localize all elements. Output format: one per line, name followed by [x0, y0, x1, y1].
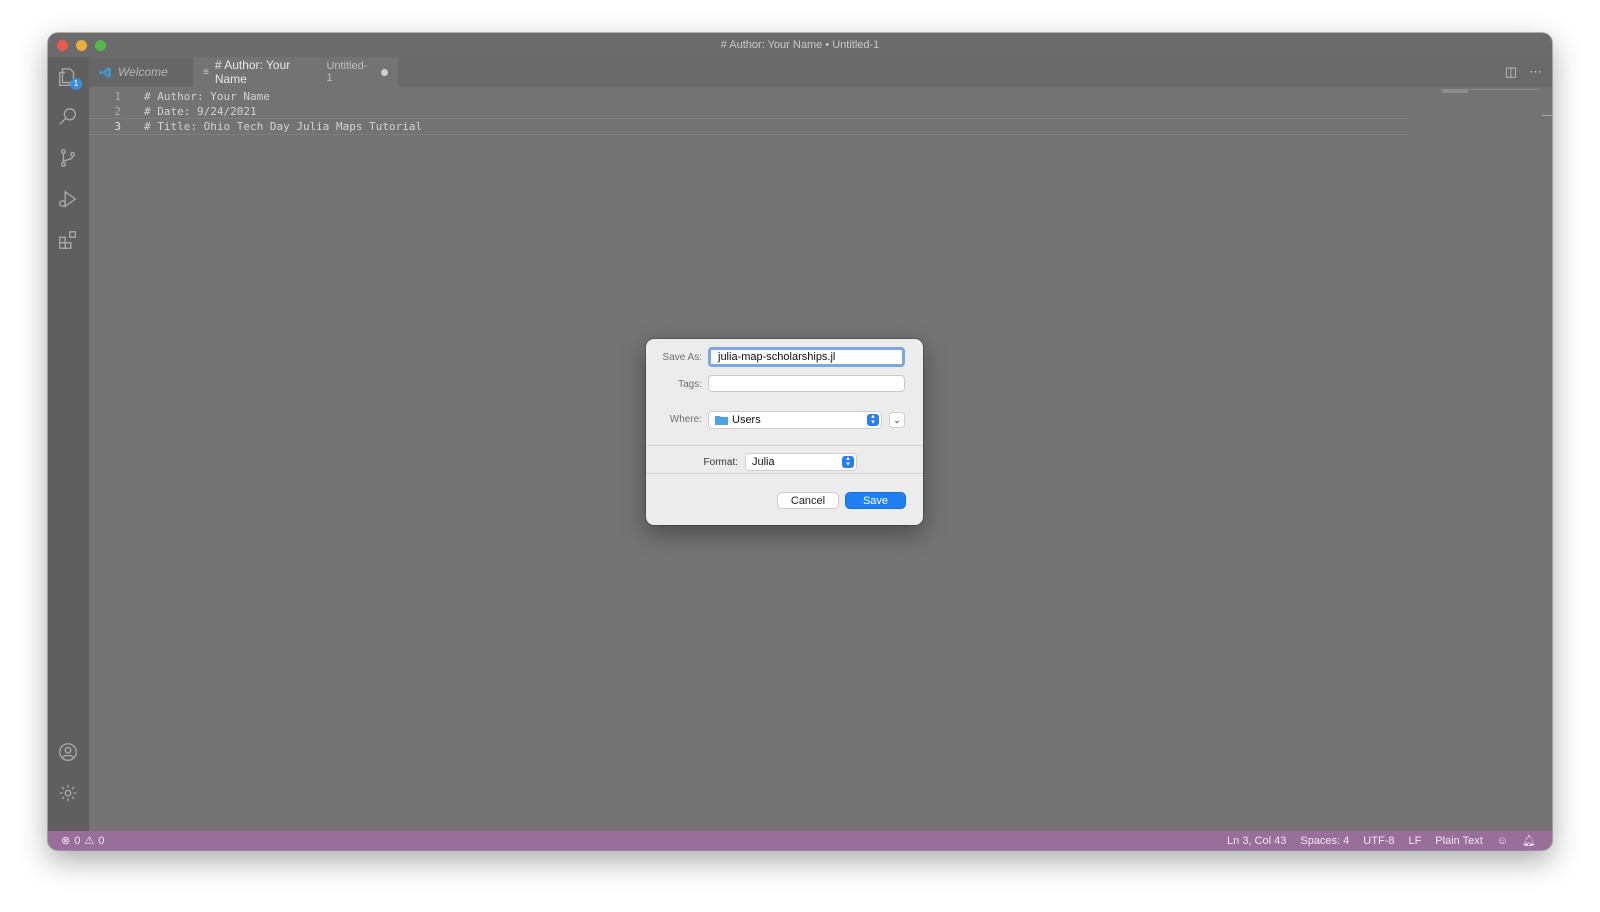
save-button[interactable]: Save	[845, 492, 906, 509]
zoom-window-button[interactable]	[95, 40, 106, 51]
save-as-input[interactable]: julia-map-scholarships.jl	[708, 347, 905, 367]
explorer-badge: 1	[70, 78, 82, 90]
format-label: Format:	[703, 457, 738, 468]
extensions-icon[interactable]	[56, 228, 80, 252]
line-number: 2	[114, 105, 121, 118]
line-number: 3	[114, 120, 121, 133]
split-editor-icon[interactable]: ◫	[1505, 64, 1517, 80]
tab-active-label: # Author: Your Name	[214, 58, 291, 86]
cursor-position[interactable]: Ln 3, Col 43	[1227, 835, 1286, 847]
language-mode[interactable]: Plain Text	[1435, 835, 1483, 847]
feedback-icon[interactable]: ☺	[1497, 835, 1508, 847]
minimize-window-button[interactable]	[76, 40, 87, 51]
activity-bar: 1	[48, 57, 89, 831]
status-right-items: Ln 3, Col 43 Spaces: 4 UTF-8 LF Plain Te…	[1227, 834, 1536, 848]
chevron-down-icon: ⌄	[893, 414, 901, 425]
problems-indicator[interactable]: ⊗ 0 ⚠ 0	[61, 834, 105, 848]
warning-icon: ⚠	[84, 835, 95, 847]
format-value: Julia	[752, 456, 775, 468]
tags-label: Tags:	[678, 379, 702, 390]
warning-count: 0	[98, 834, 105, 847]
where-label: Where:	[669, 414, 702, 425]
more-actions-icon[interactable]: ⋯	[1529, 64, 1542, 80]
tab-bar: Welcome ≡ # Author: Your Name Untitled-1…	[89, 57, 1552, 87]
line-text: # Title: Ohio Tech Day Julia Maps Tutori…	[144, 120, 423, 133]
unsaved-dot-icon[interactable]	[381, 68, 388, 76]
tab-untitled-1[interactable]: ≡ # Author: Your Name Untitled-1	[193, 57, 398, 87]
save-as-label: Save As:	[662, 352, 702, 363]
editor-actions: ◫ ⋯	[1505, 64, 1542, 80]
plain-text-file-icon: ≡	[203, 66, 209, 78]
encoding[interactable]: UTF-8	[1363, 835, 1394, 847]
line-number: 1	[114, 90, 121, 103]
folder-icon	[715, 416, 728, 425]
line-text: # Date: 9/24/2021	[144, 105, 257, 118]
status-bar: ⊗ 0 ⚠ 0 Ln 3, Col 43 Spaces: 4 UTF-8 LF …	[48, 831, 1552, 850]
code-line: 1 # Author: Your Name	[89, 89, 1409, 104]
title-bar: # Author: Your Name • Untitled-1	[48, 33, 1552, 57]
cancel-button[interactable]: Cancel	[777, 492, 839, 509]
error-icon: ⊗	[61, 835, 71, 847]
save-dialog: Save As: julia-map-scholarships.jl Tags:…	[646, 339, 923, 525]
format-select[interactable]: Julia ▴ ▾	[745, 453, 857, 471]
divider	[646, 445, 923, 446]
run-debug-icon[interactable]	[56, 187, 80, 211]
account-icon[interactable]	[56, 740, 80, 764]
indentation[interactable]: Spaces: 4	[1300, 835, 1349, 847]
tab-welcome[interactable]: Welcome	[89, 57, 193, 87]
tab-active-subtitle: Untitled-1	[326, 60, 368, 84]
close-window-button[interactable]	[57, 40, 68, 51]
where-stepper-icon: ▴ ▾	[867, 413, 879, 426]
divider	[646, 473, 923, 474]
expand-dialog-button[interactable]: ⌄	[889, 412, 905, 428]
format-stepper-icon: ▴ ▾	[842, 455, 854, 468]
window-controls	[57, 40, 106, 51]
code-line-current: 3 # Title: Ohio Tech Day Julia Maps Tuto…	[89, 118, 1409, 135]
notifications-bell-icon[interactable]: 🔔︎	[1522, 834, 1536, 847]
end-of-line[interactable]: LF	[1408, 835, 1421, 847]
line-text: # Author: Your Name	[144, 90, 270, 103]
minimap-slider[interactable]	[1442, 90, 1468, 93]
vscode-logo-icon	[99, 66, 111, 78]
scrollbar-cursor-marker	[1542, 115, 1552, 116]
minimap[interactable]	[1440, 89, 1540, 94]
source-control-icon[interactable]	[56, 146, 80, 170]
window-title: # Author: Your Name • Untitled-1	[720, 39, 880, 51]
settings-gear-icon[interactable]	[56, 781, 80, 805]
where-value: Users	[732, 414, 761, 426]
code-line: 2 # Date: 9/24/2021	[89, 104, 1409, 119]
tab-welcome-label: Welcome	[118, 65, 168, 79]
search-icon[interactable]	[56, 105, 80, 129]
tags-input[interactable]	[708, 375, 905, 392]
where-select[interactable]: Users ▴ ▾	[708, 411, 882, 429]
error-count: 0	[74, 834, 81, 847]
